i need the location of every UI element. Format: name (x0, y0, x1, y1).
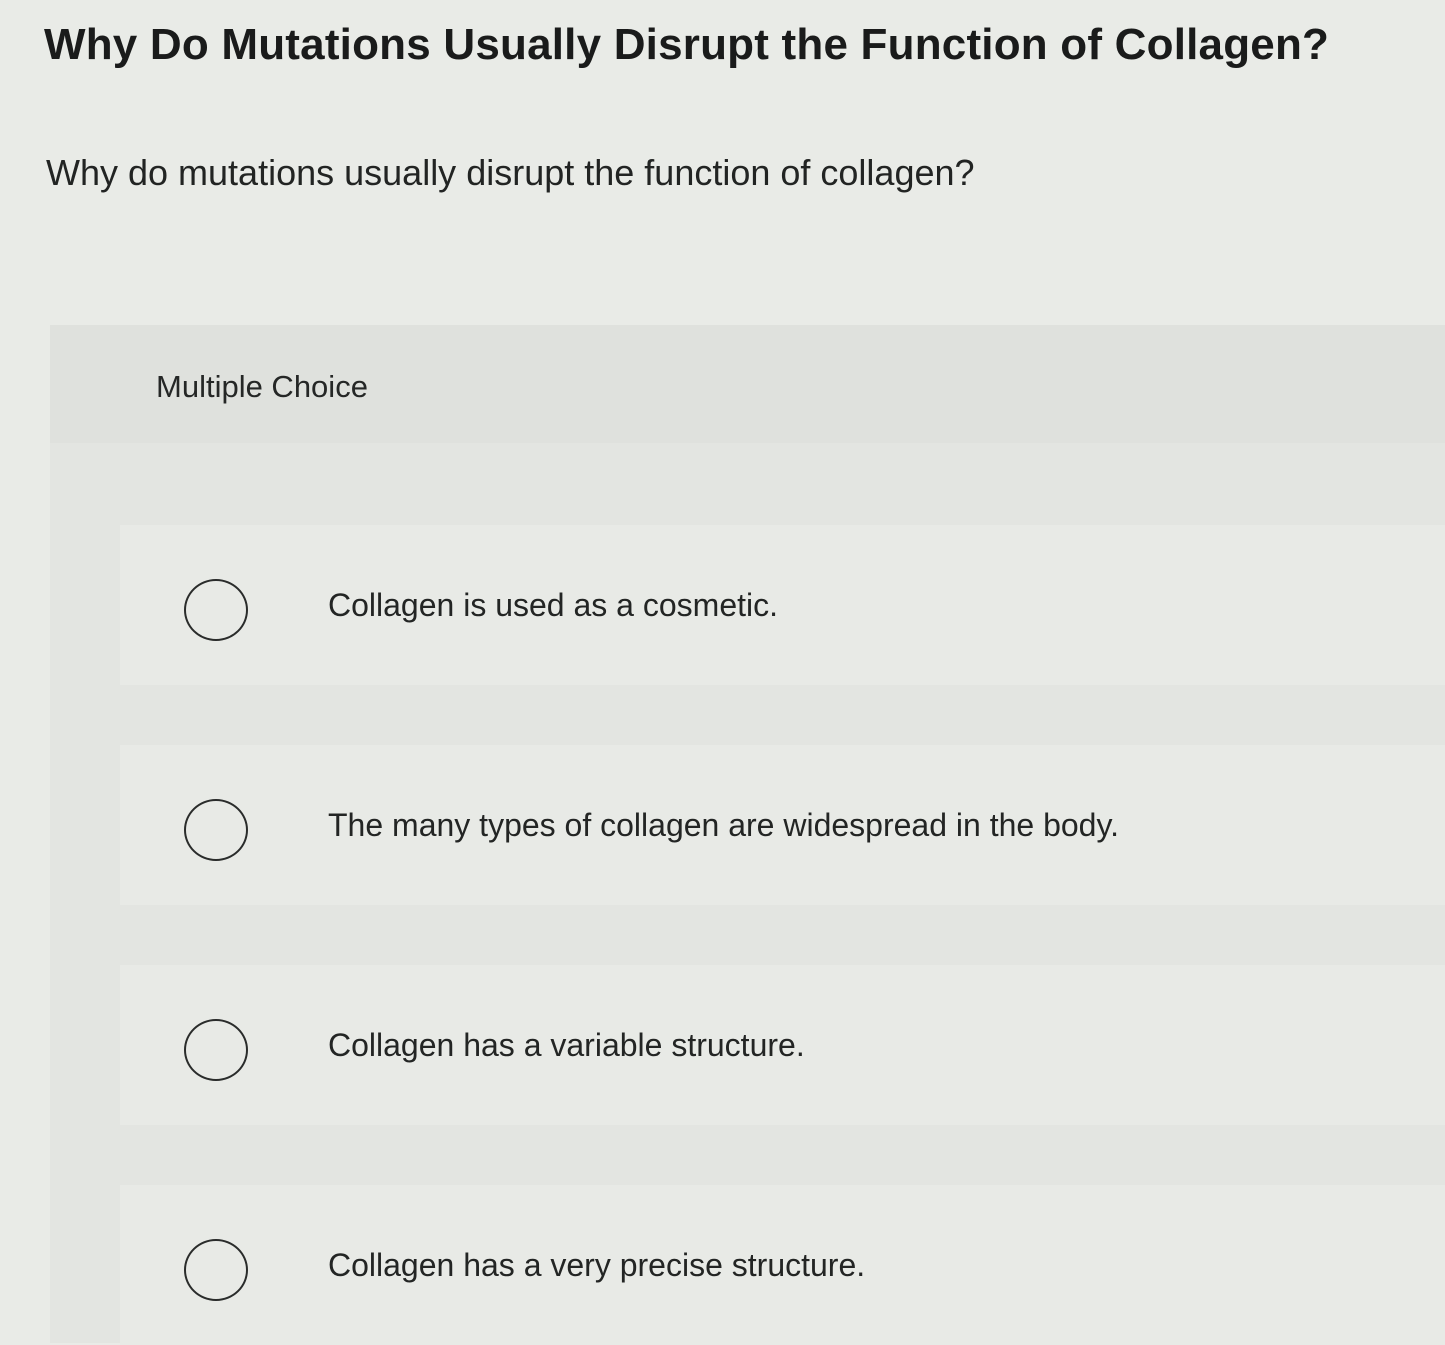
choice-label: Collagen has a very precise structure. (328, 1247, 866, 1283)
choice-option-1[interactable]: Collagen is used as a cosmetic. (120, 525, 1445, 685)
radio-button-icon[interactable] (184, 579, 248, 641)
multiple-choice-header: Multiple Choice (50, 325, 1445, 443)
choice-label: Collagen has a variable structure. (328, 1027, 805, 1063)
radio-button-icon[interactable] (184, 1019, 248, 1081)
choice-option-2[interactable]: The many types of collagen are widesprea… (120, 745, 1445, 905)
multiple-choice-panel: Multiple Choice Collagen is used as a co… (50, 325, 1445, 1345)
choice-option-4[interactable]: Collagen has a very precise structure. (120, 1185, 1445, 1345)
radio-button-icon[interactable] (184, 1239, 248, 1301)
page-title: Why Do Mutations Usually Disrupt the Fun… (44, 20, 1330, 69)
question-text: Why do mutations usually disrupt the fun… (46, 152, 975, 193)
multiple-choice-label: Multiple Choice (156, 369, 368, 404)
radio-button-icon[interactable] (184, 799, 248, 861)
choice-label: Collagen is used as a cosmetic. (328, 587, 778, 623)
choice-label: The many types of collagen are widesprea… (328, 807, 1119, 843)
choice-option-3[interactable]: Collagen has a variable structure. (120, 965, 1445, 1125)
